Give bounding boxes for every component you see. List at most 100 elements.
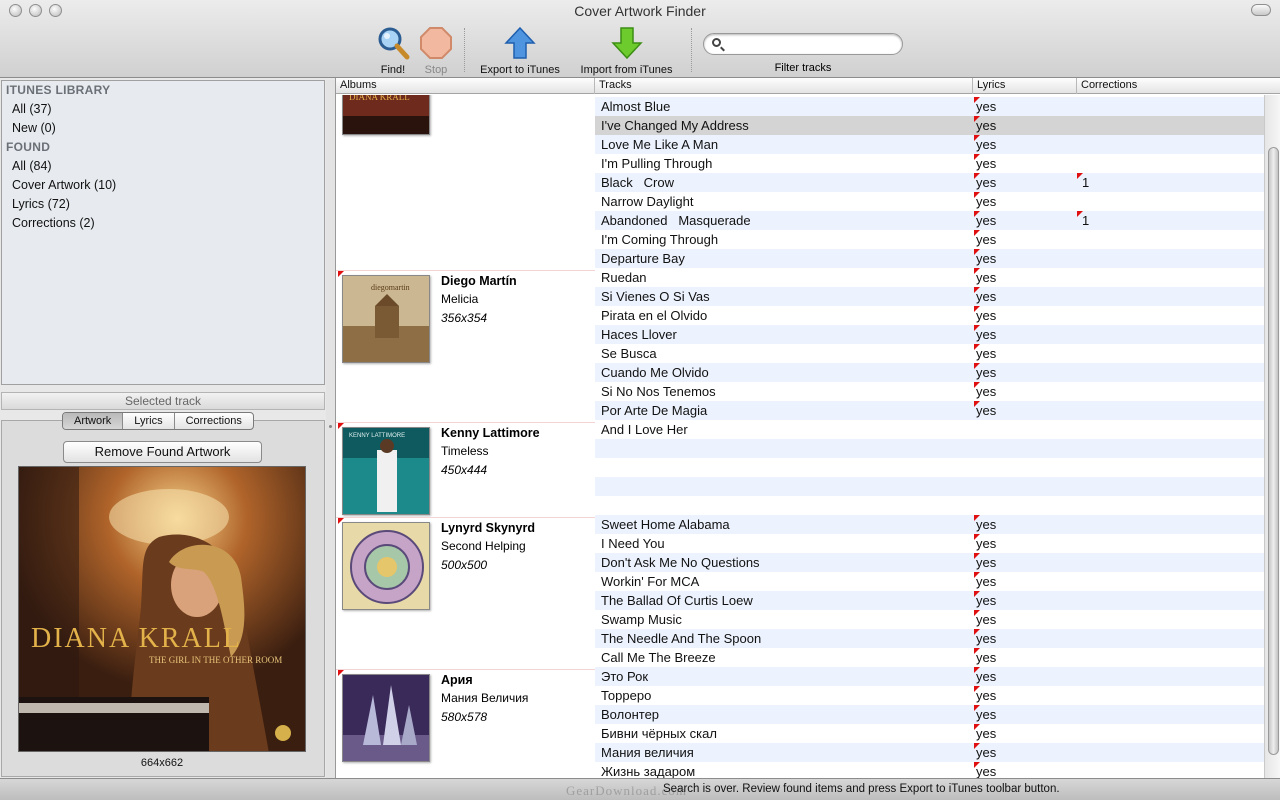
table-row[interactable]: Swamp Music yes xyxy=(595,610,1264,629)
table-row[interactable]: Black Crow yes 1 xyxy=(595,173,1264,192)
filter-tracks-label: Filter tracks xyxy=(774,62,832,74)
column-header-albums[interactable]: Albums xyxy=(336,78,595,94)
sidebar-item-found-all[interactable]: All (84) xyxy=(2,157,324,176)
track-name: Abandoned Masquerade xyxy=(601,213,751,228)
table-row[interactable]: Волонтер yes xyxy=(595,705,1264,724)
table-row[interactable]: Narrow Daylight yes xyxy=(595,192,1264,211)
split-view-divider[interactable] xyxy=(326,80,335,778)
window-title: Cover Artwork Finder xyxy=(574,3,706,19)
table-row[interactable]: Almost Blue yes xyxy=(595,97,1264,116)
track-name: Almost Blue xyxy=(601,99,671,114)
track-name: Ruedan xyxy=(601,270,647,285)
lyrics-status: yes xyxy=(976,270,997,285)
table-row[interactable]: Departure Bay yes xyxy=(595,249,1264,268)
table-row[interactable] xyxy=(595,477,1264,496)
corrections-count: 1 xyxy=(1082,175,1090,190)
table-row[interactable]: Si No Nos Tenemos yes xyxy=(595,382,1264,401)
lyrics-status: yes xyxy=(976,308,997,323)
table-row[interactable]: I'm Pulling Through yes xyxy=(595,154,1264,173)
table-row[interactable]: Бивни чёрных скал yes xyxy=(595,724,1264,743)
lyrics-status: yes xyxy=(976,99,997,114)
lyrics-status: yes xyxy=(976,726,997,741)
sidebar-item-cover-artwork[interactable]: Cover Artwork (10) xyxy=(2,176,324,195)
album-cell[interactable]: DIANA KRALL xyxy=(336,95,595,271)
table-row[interactable] xyxy=(595,458,1264,477)
stop-button[interactable]: Stop xyxy=(416,26,456,76)
vertical-scrollbar[interactable] xyxy=(1264,95,1280,778)
table-row[interactable]: The Ballad Of Curtis Loew yes xyxy=(595,591,1264,610)
table-row[interactable]: Pirata en el Olvido yes xyxy=(595,306,1264,325)
table-row[interactable]: Sweet Home Alabama yes xyxy=(595,515,1264,534)
table-row[interactable]: Abandoned Masquerade yes 1 xyxy=(595,211,1264,230)
filter-search-field[interactable] xyxy=(703,33,903,55)
track-name: Si No Nos Tenemos xyxy=(601,384,716,399)
upload-arrow-icon xyxy=(503,26,537,60)
sidebar-item-library-all[interactable]: All (37) xyxy=(2,100,324,119)
table-row[interactable]: Cuando Me Olvido yes xyxy=(595,363,1264,382)
table-row[interactable]: Call Me The Breeze yes xyxy=(595,648,1264,667)
table-row[interactable] xyxy=(595,496,1264,515)
table-row[interactable]: Ruedan yes xyxy=(595,268,1264,287)
table-row[interactable]: Жизнь задаром yes xyxy=(595,762,1264,778)
track-name: Se Busca xyxy=(601,346,657,361)
table-row[interactable]: Se Busca yes xyxy=(595,344,1264,363)
track-name: Narrow Daylight xyxy=(601,194,694,209)
album-cell[interactable]: KENNY LATTIMORE Kenny Lattimore Timeless… xyxy=(336,422,595,517)
album-title: Мания Величия xyxy=(441,691,529,705)
album-cell[interactable]: Lynyrd Skynyrd Second Helping 500x500 xyxy=(336,517,595,669)
svg-text:DIANA KRALL: DIANA KRALL xyxy=(349,95,410,102)
column-header-corrections[interactable]: Corrections xyxy=(1077,78,1280,94)
table-row[interactable]: And I Love Her xyxy=(595,420,1264,439)
export-to-itunes-button[interactable]: Export to iTunes xyxy=(474,26,566,76)
column-header-lyrics[interactable]: Lyrics xyxy=(973,78,1077,94)
tab-artwork[interactable]: Artwork xyxy=(63,413,124,429)
album-artwork-size: 580x578 xyxy=(441,710,488,724)
table-row[interactable]: I've Changed My Address yes xyxy=(595,116,1264,135)
table-row[interactable]: I Need You yes xyxy=(595,534,1264,553)
table-row[interactable]: Workin' For MCA yes xyxy=(595,572,1264,591)
scrollbar-thumb[interactable] xyxy=(1268,147,1279,755)
artwork-album-text: THE GIRL IN THE OTHER ROOM xyxy=(149,655,282,665)
sidebar-item-lyrics[interactable]: Lyrics (72) xyxy=(2,195,324,214)
remove-found-artwork-button[interactable]: Remove Found Artwork xyxy=(63,441,262,463)
table-row[interactable]: Haces Llover yes xyxy=(595,325,1264,344)
sidebar-item-library-new[interactable]: New (0) xyxy=(2,119,324,138)
tab-lyrics[interactable]: Lyrics xyxy=(123,413,175,429)
track-name: Sweet Home Alabama xyxy=(601,517,730,532)
lyrics-status: yes xyxy=(976,118,997,133)
lyrics-status: yes xyxy=(976,365,997,380)
table-row[interactable]: Por Arte De Magia yes xyxy=(595,401,1264,420)
table-row[interactable] xyxy=(595,439,1264,458)
download-arrow-icon xyxy=(610,26,644,60)
track-name: Workin' For MCA xyxy=(601,574,700,589)
table-row[interactable]: Si Vienes O Si Vas yes xyxy=(595,287,1264,306)
track-name: Cuando Me Olvido xyxy=(601,365,709,380)
table-row[interactable]: Love Me Like A Man yes xyxy=(595,135,1264,154)
table-row[interactable]: I'm Coming Through yes xyxy=(595,230,1264,249)
sidebar-item-corrections[interactable]: Corrections (2) xyxy=(2,214,324,233)
find-button[interactable]: Find! xyxy=(373,26,413,76)
track-name: Swamp Music xyxy=(601,612,682,627)
lyrics-status: yes xyxy=(976,631,997,646)
toolbar-toggle-button[interactable] xyxy=(1251,4,1271,16)
tab-corrections[interactable]: Corrections xyxy=(175,413,253,429)
svg-text:diegomartin: diegomartin xyxy=(371,283,410,292)
svg-text:KENNY LATTIMORE: KENNY LATTIMORE xyxy=(349,433,405,439)
album-cell[interactable]: Ария Мания Величия 580x578 xyxy=(336,669,595,778)
track-name: Торреро xyxy=(601,688,652,703)
table-row[interactable]: Мания величия yes xyxy=(595,743,1264,762)
table-row[interactable]: Это Рок yes xyxy=(595,667,1264,686)
stop-label: Stop xyxy=(424,64,448,76)
album-cell[interactable]: diegomartin Diego Martín Melicia 356x354 xyxy=(336,270,595,422)
table-row[interactable]: Don't Ask Me No Questions yes xyxy=(595,553,1264,572)
table-row[interactable]: Торреро yes xyxy=(595,686,1264,705)
import-from-itunes-button[interactable]: Import from iTunes xyxy=(573,26,680,76)
table-row[interactable]: The Needle And The Spoon yes xyxy=(595,629,1264,648)
lyrics-status: yes xyxy=(976,745,997,760)
album-title: Timeless xyxy=(441,444,489,458)
lyrics-status: yes xyxy=(976,650,997,665)
divider-grip-icon xyxy=(329,425,332,428)
lyrics-status: yes xyxy=(976,688,997,703)
filter-tracks-input[interactable] xyxy=(728,37,896,51)
column-header-tracks[interactable]: Tracks xyxy=(595,78,973,94)
